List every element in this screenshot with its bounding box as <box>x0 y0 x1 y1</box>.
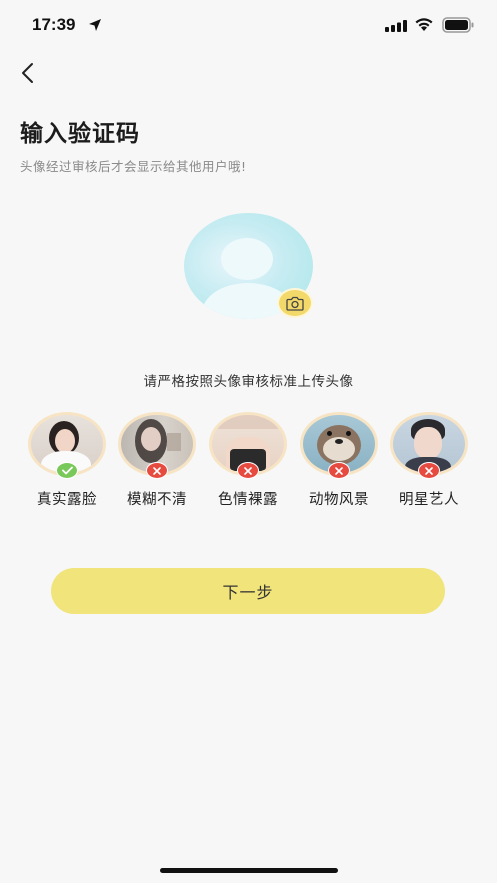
example-label: 真实露脸 <box>37 492 97 508</box>
next-step-button[interactable]: 下一步 <box>51 568 445 614</box>
example-explicit: 色情裸露 <box>208 410 288 510</box>
page-subtitle: 头像经过审核后才会显示给其他用户哦! <box>20 159 247 174</box>
avatar-upload-button[interactable] <box>184 213 313 319</box>
rejected-badge <box>146 462 168 479</box>
location-arrow-icon <box>89 19 101 31</box>
example-label: 动物风景 <box>309 492 369 508</box>
wifi-icon <box>415 18 433 31</box>
close-icon <box>335 466 343 475</box>
home-indicator <box>160 868 338 873</box>
example-animal-scenery: 动物风景 <box>299 410 379 510</box>
rejected-badge <box>328 462 350 479</box>
avatar-head-shape <box>221 238 273 280</box>
example-label: 色情裸露 <box>218 492 278 508</box>
cellular-signal-icon <box>385 20 407 32</box>
page-title: 输入验证码 <box>20 121 140 147</box>
example-label: 模糊不清 <box>127 492 187 508</box>
approved-badge <box>56 462 78 479</box>
camera-button[interactable] <box>277 288 313 318</box>
example-blurry: 模糊不清 <box>117 410 197 510</box>
avatar-examples: 真实露脸 模糊不清 色情裸露 动物风景 明星艺人 <box>0 410 497 510</box>
close-icon <box>425 466 433 475</box>
rejected-badge <box>418 462 440 479</box>
rejected-badge <box>237 462 259 479</box>
example-celebrity: 明星艺人 <box>389 410 469 510</box>
example-real-face: 真实露脸 <box>27 410 107 510</box>
back-button[interactable] <box>14 58 44 88</box>
status-bar: 17:39 <box>0 0 497 50</box>
status-time: 17:39 <box>32 15 76 34</box>
battery-icon <box>442 17 474 33</box>
close-icon <box>244 466 252 475</box>
close-icon <box>153 466 161 475</box>
camera-icon <box>286 296 304 311</box>
example-label: 明星艺人 <box>399 492 459 508</box>
check-icon <box>61 466 73 475</box>
avatar-guide-text: 请严格按照头像审核标准上传头像 <box>143 374 354 390</box>
